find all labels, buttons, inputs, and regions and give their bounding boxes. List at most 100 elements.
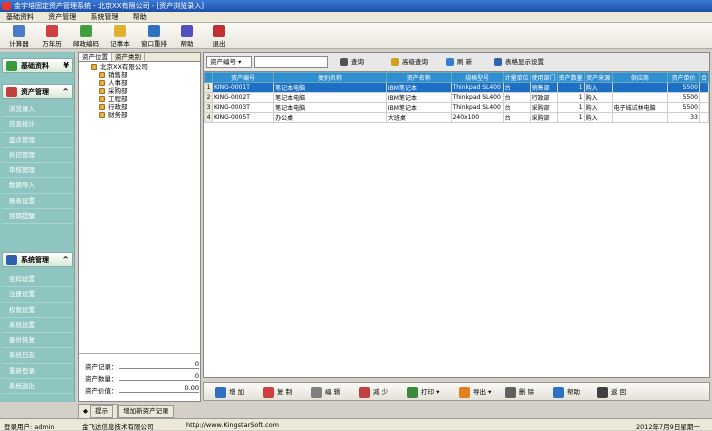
add-icon [215, 387, 226, 398]
help-action-button[interactable]: 帮助 [552, 386, 580, 399]
quantity-label: 资产数量： [85, 375, 118, 383]
value-value: 0.00 [119, 384, 199, 393]
binoculars-icon [340, 58, 348, 66]
print-icon [407, 387, 418, 398]
tree-node-engineering[interactable]: 工程部 [99, 95, 200, 103]
folder-icon [99, 96, 105, 102]
app-icon [2, 2, 11, 10]
sidebar-item-backup[interactable]: 备份恢复 [2, 333, 73, 349]
sidebar-header-asset[interactable]: 资产管理 ^ [2, 84, 73, 99]
bottom-tabs: ◆ 提示 增加新资产记录 [78, 404, 278, 419]
add-button[interactable]: 增 加 [214, 386, 244, 399]
sidebar-item-system-settings[interactable]: 系统设置 [2, 318, 73, 334]
column-header[interactable]: 类别名称 [273, 72, 387, 83]
search-bar: 资产编号 ▾ 查询 高级查询 刷 新 表格显示设置 [206, 56, 706, 69]
sidebar-item-log[interactable]: 系统日志 [2, 348, 73, 364]
edit-button[interactable]: 编 辑 [310, 386, 340, 399]
menu-basic[interactable]: 基础资料 [0, 12, 40, 23]
calculator-button[interactable]: 计算器 [6, 24, 32, 48]
reduce-button[interactable]: 减 少 [358, 386, 388, 399]
edit-icon [311, 387, 322, 398]
table-row[interactable]: 1 KING-0001T 笔记本电脑 IBM笔记本 Thinkpad SL400… [204, 82, 709, 93]
exit-button[interactable]: 退出 [208, 24, 230, 48]
tree-node-sales[interactable]: 销售部 [99, 71, 200, 79]
column-header[interactable]: 供应商 [611, 72, 669, 83]
folder-icon [99, 104, 105, 110]
sidebar-item-audit[interactable]: 审核管理 [2, 163, 73, 179]
menu-system[interactable]: 系统管理 [84, 12, 124, 23]
sidebar-item-inventory[interactable]: 盘点管理 [2, 133, 73, 148]
back-icon [597, 387, 608, 398]
column-header[interactable]: 资产编号 [211, 72, 275, 83]
tree-node-purchasing[interactable]: 采购部 [99, 87, 200, 95]
sidebar-item-import[interactable]: 数据导入 [2, 178, 73, 194]
copy-button[interactable]: 复 制 [262, 386, 292, 399]
sidebar-item-report[interactable]: 报表设置 [2, 194, 73, 210]
calendar-icon [46, 25, 58, 37]
asset-management-icon [6, 87, 17, 97]
tab-location[interactable]: 资产位置 [79, 53, 112, 61]
sidebar-item-permissions[interactable]: 权限设置 [2, 303, 73, 318]
query-button[interactable]: 查询 [338, 56, 364, 68]
delete-button[interactable]: 删 除 [504, 386, 534, 399]
search-field-select[interactable]: 资产编号 ▾ [206, 56, 252, 68]
tab-hint[interactable]: ◆ 提示 [78, 404, 119, 419]
sidebar-item-register[interactable]: 注册设置 [2, 287, 73, 303]
folder-icon [99, 72, 105, 78]
folder-icon [99, 80, 105, 86]
refresh-button[interactable]: 刷 新 [444, 56, 472, 68]
sidebar-item-reminder[interactable]: 到期提醒 [2, 209, 73, 225]
sidebar-header-system[interactable]: 系统管理 ^ [2, 252, 73, 267]
column-header[interactable]: 资产名称 [385, 72, 452, 83]
table-settings-button[interactable]: 表格显示设置 [492, 56, 544, 68]
notepad-button[interactable]: 记事本 [106, 24, 134, 48]
export-icon [459, 387, 470, 398]
building-icon [91, 64, 97, 70]
tree-node-finance[interactable]: 财务部 [99, 111, 200, 119]
tab-add-record[interactable]: 增加新资产记录 [118, 405, 174, 418]
print-button[interactable]: 打印 ▾ [406, 386, 439, 399]
sidebar-item-quit[interactable]: 系统退出 [2, 379, 73, 395]
advanced-query-button[interactable]: 高级查询 [389, 56, 428, 68]
back-button[interactable]: 返 回 [596, 386, 626, 399]
table-row[interactable]: 4 KING-0005T 办公桌 大班桌 240x100 台 采购部 1 购入 … [204, 112, 709, 123]
basic-data-icon [6, 61, 17, 71]
search-input[interactable] [254, 56, 328, 68]
column-header[interactable]: 合 [698, 72, 709, 83]
column-header[interactable]: 资产单价 [667, 72, 700, 83]
table-row[interactable]: 3 KING-0003T 笔记本电脑 IBM笔记本 Thinkpad SL400… [204, 102, 709, 113]
menu-asset[interactable]: 资产管理 [42, 12, 82, 23]
tree-node-admin[interactable]: 行政部 [99, 103, 200, 111]
column-header[interactable]: 资产来源 [583, 72, 613, 83]
calendar-button[interactable]: 万年历 [38, 24, 66, 48]
status-url[interactable]: http://www.KingstarSoft.com [186, 421, 279, 429]
table-row[interactable]: 2 KING-0002T 笔记本电脑 IBM笔记本 Thinkpad SL400… [204, 92, 709, 103]
menu-help[interactable]: 帮助 [127, 12, 153, 23]
folder-icon [99, 112, 105, 118]
postcode-button[interactable]: 邮政编码 [70, 24, 102, 48]
export-button[interactable]: 导出 ▾ [458, 386, 491, 399]
sidebar-header-basic[interactable]: 基础资料 ¥ [2, 58, 73, 73]
window-title: 金宇培固定资产管理系统 - 北京XX有限公司 - [资产浏览录入] [14, 2, 205, 10]
chevron-down-icon: ¥ [63, 61, 69, 70]
window-arrange-button[interactable]: 窗口重排 [138, 24, 170, 48]
column-header[interactable]: 资产数量 [556, 72, 585, 83]
tree-root[interactable]: 北京XX有限公司 [91, 63, 200, 71]
sidebar-item-relogin[interactable]: 重新登录 [2, 364, 73, 380]
asset-grid-panel: 资产编号 ▾ 查询 高级查询 刷 新 表格显示设置 资产编号 类别名称 资产名称… [203, 52, 710, 378]
tab-category[interactable]: 资产类别 [112, 53, 145, 61]
tree-node-hr[interactable]: 人事部 [99, 79, 200, 87]
sidebar-item-browse[interactable]: 浏览录入 [2, 102, 73, 118]
sidebar-item-depreciation[interactable]: 折旧管理 [2, 148, 73, 164]
chevron-up-icon: ^ [62, 87, 69, 96]
column-header[interactable]: 规格型号 [450, 72, 504, 83]
calculator-icon [13, 25, 25, 37]
toolbar: 计算器 万年历 邮政编码 记事本 窗口重排 帮助 退出 [0, 23, 712, 49]
sidebar-item-stats[interactable]: 信息统计 [2, 117, 73, 133]
column-header[interactable]: 使用部门 [529, 72, 558, 83]
notepad-icon [114, 25, 126, 37]
help-button[interactable]: 帮助 [176, 24, 198, 48]
column-header[interactable]: 计量单位 [502, 72, 531, 83]
sidebar-item-password[interactable]: 密码设置 [2, 272, 73, 288]
records-label: 资产记录： [85, 363, 118, 371]
